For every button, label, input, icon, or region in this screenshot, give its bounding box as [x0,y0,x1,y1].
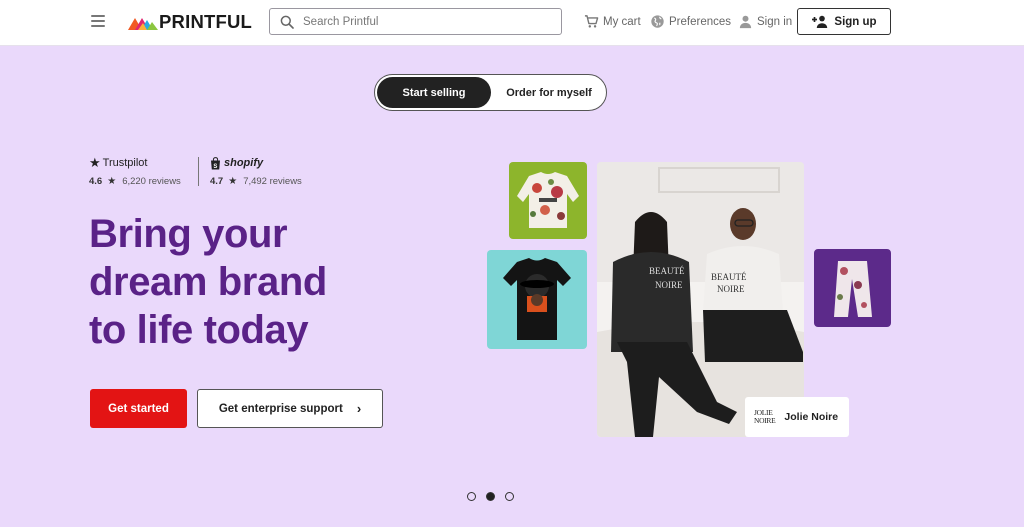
brand-card[interactable]: JOLIE NOIRE Jolie Noire [745,397,849,437]
preferences-label: Preferences [669,15,732,28]
get-started-button[interactable]: Get started [90,389,187,428]
trustpilot-reviews: 6,220 reviews [122,176,181,187]
enterprise-support-button[interactable]: Get enterprise support › [197,389,383,428]
models-lifestyle-photo: BEAUTÉ NOIRE BEAUTÉ NOIRE [597,162,804,437]
search-box[interactable] [269,8,562,35]
trustpilot-star-icon: ★ [89,155,101,170]
shirt-text-2: NOIRE [655,280,683,290]
shirt-text-1: BEAUTÉ [649,266,685,276]
trustpilot-brand: ★ Trustpilot [89,155,181,170]
start-selling-tab[interactable]: Start selling [377,77,491,108]
user-icon [739,15,752,29]
order-for-myself-tab[interactable]: Order for myself [495,77,603,108]
shopify-score: 4.7 [210,176,224,187]
sign-up-label: Sign up [834,15,877,28]
trustpilot-score: 4.6 [89,176,103,187]
search-icon [280,15,294,29]
printful-logo[interactable]: PRINTFUL [128,11,252,33]
shopify-brand: S shopify [210,156,302,170]
shopify-reviews: 7,492 reviews [243,176,302,187]
enterprise-support-label: Get enterprise support [218,402,343,415]
trustpilot-name: Trustpilot [102,157,148,169]
hamburger-menu-icon[interactable] [91,15,105,27]
carousel-dot-1[interactable] [467,492,476,501]
chevron-right-icon: › [356,401,362,416]
mode-toggle: Start selling Order for myself [374,74,607,111]
top-navigation: PRINTFUL My cart Preferences Sign in [0,0,1024,46]
svg-text:NOIRE: NOIRE [717,284,745,294]
carousel-dot-3[interactable] [505,492,514,501]
shopify-score-line: 4.7 ★ 7,492 reviews [210,176,302,187]
printful-logo-icon [128,18,158,30]
trustpilot-score-line: 4.6 ★ 6,220 reviews [89,176,181,187]
logo-text: PRINTFUL [159,11,253,32]
add-user-icon [812,15,828,28]
headline-line-3: to life today [89,308,309,352]
tshirt-product-image [487,250,587,349]
carousel-dot-2[interactable] [486,492,495,501]
cart-label: My cart [603,15,641,28]
shopify-bag-icon: S [211,156,220,169]
sign-in-link[interactable]: Sign in [738,14,792,29]
sweater-product-image [509,162,587,239]
svg-text:S: S [213,163,217,169]
carousel-indicators [467,492,524,501]
shopify-rating[interactable]: S shopify 4.7 ★ 7,492 reviews [210,156,302,187]
star-icon: ★ [107,176,117,187]
trustpilot-rating[interactable]: ★ Trustpilot 4.6 ★ 6,220 reviews [89,155,181,187]
sign-up-button[interactable]: Sign up [797,8,891,35]
search-input[interactable] [303,15,543,28]
cart-link[interactable]: My cart [584,14,641,29]
preferences-link[interactable]: Preferences [650,14,731,29]
shopify-name: shopify [224,157,264,169]
rating-divider [198,157,199,186]
headline-line-2: dream brand [89,260,327,304]
cart-icon [584,15,599,28]
pants-product-image [814,249,891,327]
jolie-noire-logo: JOLIE NOIRE [754,409,776,425]
svg-text:BEAUTÉ: BEAUTÉ [711,272,747,282]
star-icon: ★ [228,176,238,187]
sign-in-label: Sign in [757,15,793,28]
globe-icon [651,15,664,28]
brand-logo-line-2: NOIRE [754,416,776,425]
brand-name: Jolie Noire [784,411,839,423]
hero-headline: Bring your dream brand to life today [89,210,409,354]
headline-line-1: Bring your [89,212,288,256]
